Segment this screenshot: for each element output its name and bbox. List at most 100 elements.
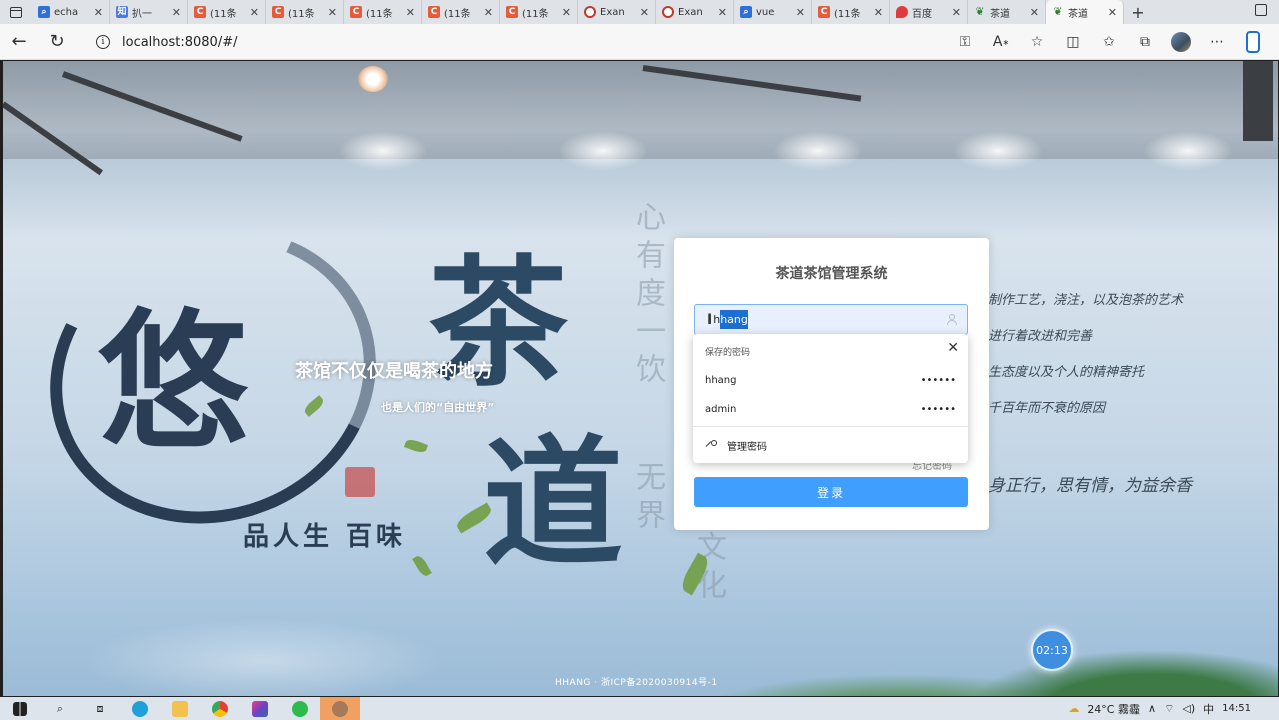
volume-icon[interactable]: ◁) (1182, 702, 1195, 715)
app-icon[interactable] (320, 697, 360, 720)
browser-tab[interactable]: ⌕ echa ✕ (32, 0, 110, 24)
windows-start-icon[interactable] (0, 697, 40, 720)
leaf-decoration (403, 437, 429, 455)
search-icon[interactable]: ⌕ (40, 697, 80, 720)
tab-close-icon[interactable]: ✕ (1030, 6, 1039, 19)
browser-tab[interactable]: ❦ 茶道 ✕ (1046, 0, 1124, 24)
more-icon[interactable]: ⋯ (1199, 24, 1235, 60)
tab-title: (11条 (366, 8, 393, 20)
site-info-icon[interactable]: i (96, 35, 110, 49)
saved-password-mask: •••••• (920, 403, 956, 415)
edge-icon[interactable] (120, 697, 160, 720)
calligraphy-char: 道 (483, 422, 624, 586)
clock-time[interactable]: 14:51 (1222, 703, 1251, 714)
browser-tab[interactable]: 百度 ✕ (890, 0, 968, 24)
refresh-icon[interactable]: ↻ (38, 24, 76, 60)
slogan-sub: 也是人们的“自由世界” (381, 401, 495, 414)
ide-icon[interactable] (240, 697, 280, 720)
tab-close-icon[interactable]: ✕ (952, 6, 961, 19)
tab-close-icon[interactable]: ✕ (250, 6, 259, 19)
map-pin-icon (896, 6, 908, 18)
task-view-icon[interactable]: ⧈ (80, 697, 120, 720)
login-button[interactable]: 登录 (694, 477, 968, 507)
saved-password-item[interactable]: hhang •••••• (693, 366, 968, 394)
profile-avatar[interactable] (1163, 24, 1199, 60)
back-arrow-icon[interactable]: ← (0, 24, 38, 60)
saved-password-item[interactable]: admin •••••• (693, 395, 968, 423)
tab-title: echa (54, 6, 79, 18)
split-screen-icon[interactable]: ◫ (1055, 24, 1091, 60)
light-spot (953, 131, 1043, 171)
tab-close-icon[interactable]: ✕ (406, 6, 415, 19)
timer-badge[interactable]: 02:13 (1031, 629, 1073, 671)
edge-sidebar-icon[interactable] (1235, 24, 1271, 60)
verse-line: 制作工艺，浇注，以及泡茶的艺术 (988, 293, 1184, 308)
tab-close-icon[interactable]: ✕ (874, 6, 883, 19)
tab-title: 茶道 (990, 8, 1010, 20)
key-icon[interactable]: ⚿ (947, 24, 983, 60)
lamp-icon (358, 66, 388, 92)
leaf-decoration (412, 553, 432, 579)
browser-tab[interactable]: C (11条 ✕ (188, 0, 266, 24)
tab-close-icon[interactable]: ✕ (94, 6, 103, 19)
favorites-icon[interactable]: ✩ (1091, 24, 1127, 60)
tab-close-icon[interactable]: ✕ (484, 6, 493, 19)
tab-close-icon[interactable]: ✕ (796, 6, 805, 19)
browser-tab[interactable]: C (11条 ✕ (422, 0, 500, 24)
slogan-main: 茶馆不仅仅是喝茶的地方 (295, 361, 493, 382)
read-aloud-icon[interactable]: A ∗ (983, 24, 1019, 60)
verse-line: 身正行，思有情，为益余香 (988, 476, 1192, 496)
browser-tab[interactable]: ❦ 茶道 ✕ (968, 0, 1046, 24)
tab-close-icon[interactable]: ✕ (172, 6, 181, 19)
tab-close-icon[interactable]: ✕ (328, 6, 337, 19)
weather-icon[interactable]: ☁ (1068, 702, 1079, 715)
network-icon[interactable]: ⌔ (1164, 702, 1174, 716)
tab-title: Exan (678, 6, 703, 18)
csdn-icon: C (428, 6, 440, 18)
restore-window-icon[interactable] (1255, 4, 1267, 16)
verse-line: 千百年而不衰的原因 (988, 401, 1106, 416)
search-icon: ⌕ (740, 6, 752, 18)
system-tray: ☁ 24°C 霧霾 ∧ ⌔ ◁) 中 14:51 (1068, 697, 1279, 720)
divider (693, 426, 968, 427)
light-spot (1143, 131, 1233, 171)
file-explorer-icon[interactable] (160, 697, 200, 720)
tab-close-icon[interactable]: ✕ (640, 6, 649, 19)
tab-title: (11条 (444, 8, 471, 20)
tab-close-icon[interactable]: ✕ (718, 6, 727, 19)
tab-actions-icon[interactable] (0, 0, 32, 24)
text-cursor-icon: I (707, 311, 713, 328)
browser-tab[interactable]: C (11条 ✕ (266, 0, 344, 24)
bg-calligraphy: 无界 (630, 461, 665, 537)
tab-title: 百度 (912, 8, 932, 20)
browser-tab[interactable]: C (11条 ✕ (344, 0, 422, 24)
browser-tab[interactable]: C (11条 ✕ (500, 0, 578, 24)
browser-tab[interactable]: C (11条 ✕ (812, 0, 890, 24)
browser-tab[interactable]: ⌕ vue ✕ (734, 0, 812, 24)
tray-chevron-icon[interactable]: ∧ (1148, 702, 1156, 715)
ime-indicator[interactable]: 中 (1203, 701, 1214, 717)
close-icon[interactable]: ✕ (947, 340, 959, 356)
tab-title: (11条 (288, 8, 315, 20)
address-toolbar: ← ↻ i localhost:8080/#/ ⚿ A ∗ ☆ ◫ ✩ ⧉ ⋯ (0, 24, 1279, 60)
username-input[interactable]: I h hang (694, 304, 968, 335)
verse-line: 进行着改进和完善 (988, 329, 1093, 344)
tab-title: 扒一 (132, 8, 152, 20)
tab-close-icon[interactable]: ✕ (1108, 6, 1117, 19)
browser-tab[interactable]: Exan ✕ (656, 0, 734, 24)
browser-tab[interactable]: Exan ✕ (578, 0, 656, 24)
collections-icon[interactable]: ⧉ (1127, 24, 1163, 60)
brand-phrase: 品人生 百味 (243, 522, 407, 552)
chrome-icon[interactable] (200, 697, 240, 720)
tab-close-icon[interactable]: ✕ (562, 6, 571, 19)
wechat-icon[interactable] (280, 697, 320, 720)
weather-text[interactable]: 24°C 霧霾 (1087, 701, 1140, 717)
red-seal-stamp (345, 467, 375, 497)
new-tab-button[interactable]: + (1124, 0, 1152, 24)
csdn-icon: C (818, 6, 830, 18)
tea-icon: ❦ (1053, 5, 1063, 18)
browser-tab[interactable]: 知扒一 ✕ (110, 0, 188, 24)
manage-passwords-button[interactable]: 管理密码 (705, 438, 767, 453)
favorite-add-icon[interactable]: ☆ (1019, 24, 1055, 60)
address-bar[interactable]: i localhost:8080/#/ (88, 28, 968, 56)
